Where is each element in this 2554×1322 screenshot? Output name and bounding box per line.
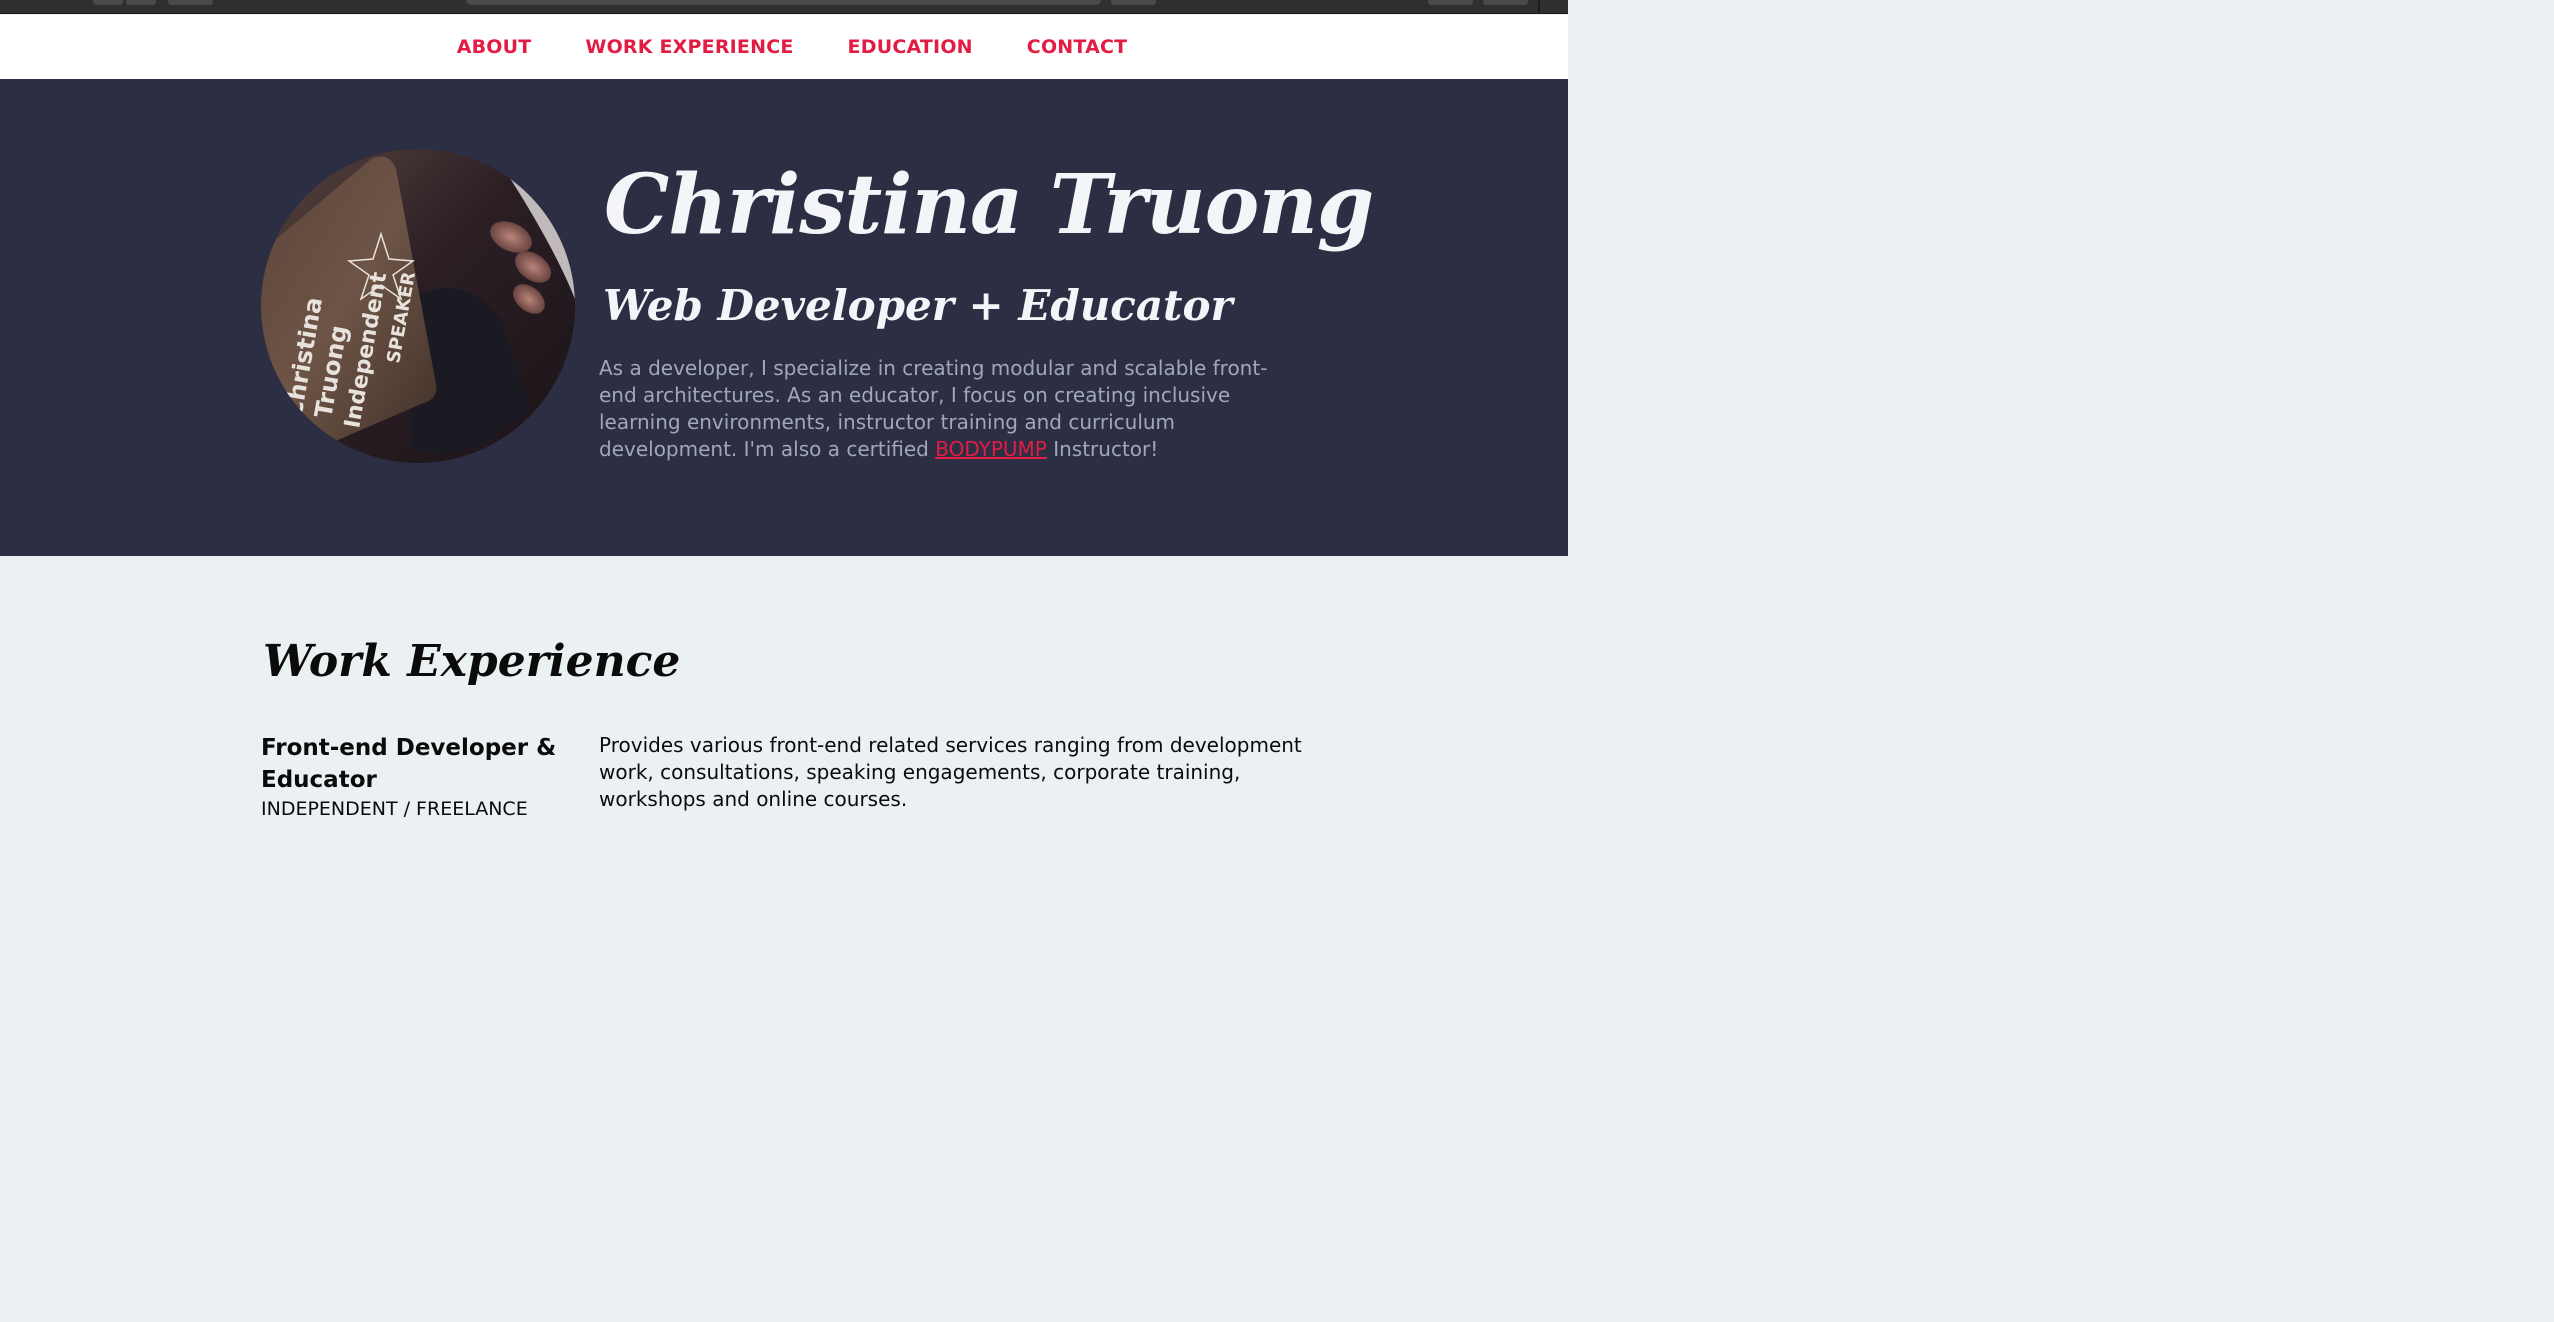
back-button[interactable] xyxy=(93,0,123,5)
window-edge xyxy=(1538,0,1540,14)
bodypump-link[interactable]: BODYPUMP xyxy=(935,437,1047,461)
nav-link-about[interactable]: ABOUT xyxy=(457,36,532,58)
reader-button[interactable] xyxy=(1111,0,1156,5)
hero-section: Christina Truong Independent SPEAKER Chr… xyxy=(0,79,1568,556)
hero-bio: As a developer, I specialize in creating… xyxy=(599,355,1289,463)
hero-name: Christina Truong xyxy=(604,157,1374,253)
forward-button[interactable] xyxy=(126,0,156,5)
section-heading: Work Experience xyxy=(263,636,681,687)
nav-link-education[interactable]: EDUCATION xyxy=(848,36,973,58)
sidebar-button[interactable] xyxy=(168,0,213,5)
hero-subtitle: Web Developer + Educator xyxy=(603,281,1233,330)
browser-toolbar xyxy=(0,0,1568,14)
bio-text-end: Instructor! xyxy=(1046,437,1159,461)
address-bar[interactable] xyxy=(466,0,1101,5)
tabs-button[interactable] xyxy=(1483,0,1528,5)
job-description: Provides various front-end related servi… xyxy=(599,733,1302,811)
work-experience-section: Work Experience Front-end Developer & Ed… xyxy=(0,556,1568,820)
profile-photo: Christina Truong Independent SPEAKER xyxy=(261,149,575,463)
nav-link-contact[interactable]: CONTACT xyxy=(1027,36,1128,58)
nav-list: ABOUT WORK EXPERIENCE EDUCATION CONTACT xyxy=(457,36,1128,58)
job-title: Front-end Developer & Educator xyxy=(261,735,557,793)
job-company: INDEPENDENT / FREELANCE xyxy=(261,798,528,820)
share-button[interactable] xyxy=(1428,0,1473,5)
nav-link-work-experience[interactable]: WORK EXPERIENCE xyxy=(585,36,793,58)
main-nav: ABOUT WORK EXPERIENCE EDUCATION CONTACT xyxy=(0,15,1568,79)
bio-text-start: As a developer, I specialize in creating… xyxy=(599,356,1268,461)
